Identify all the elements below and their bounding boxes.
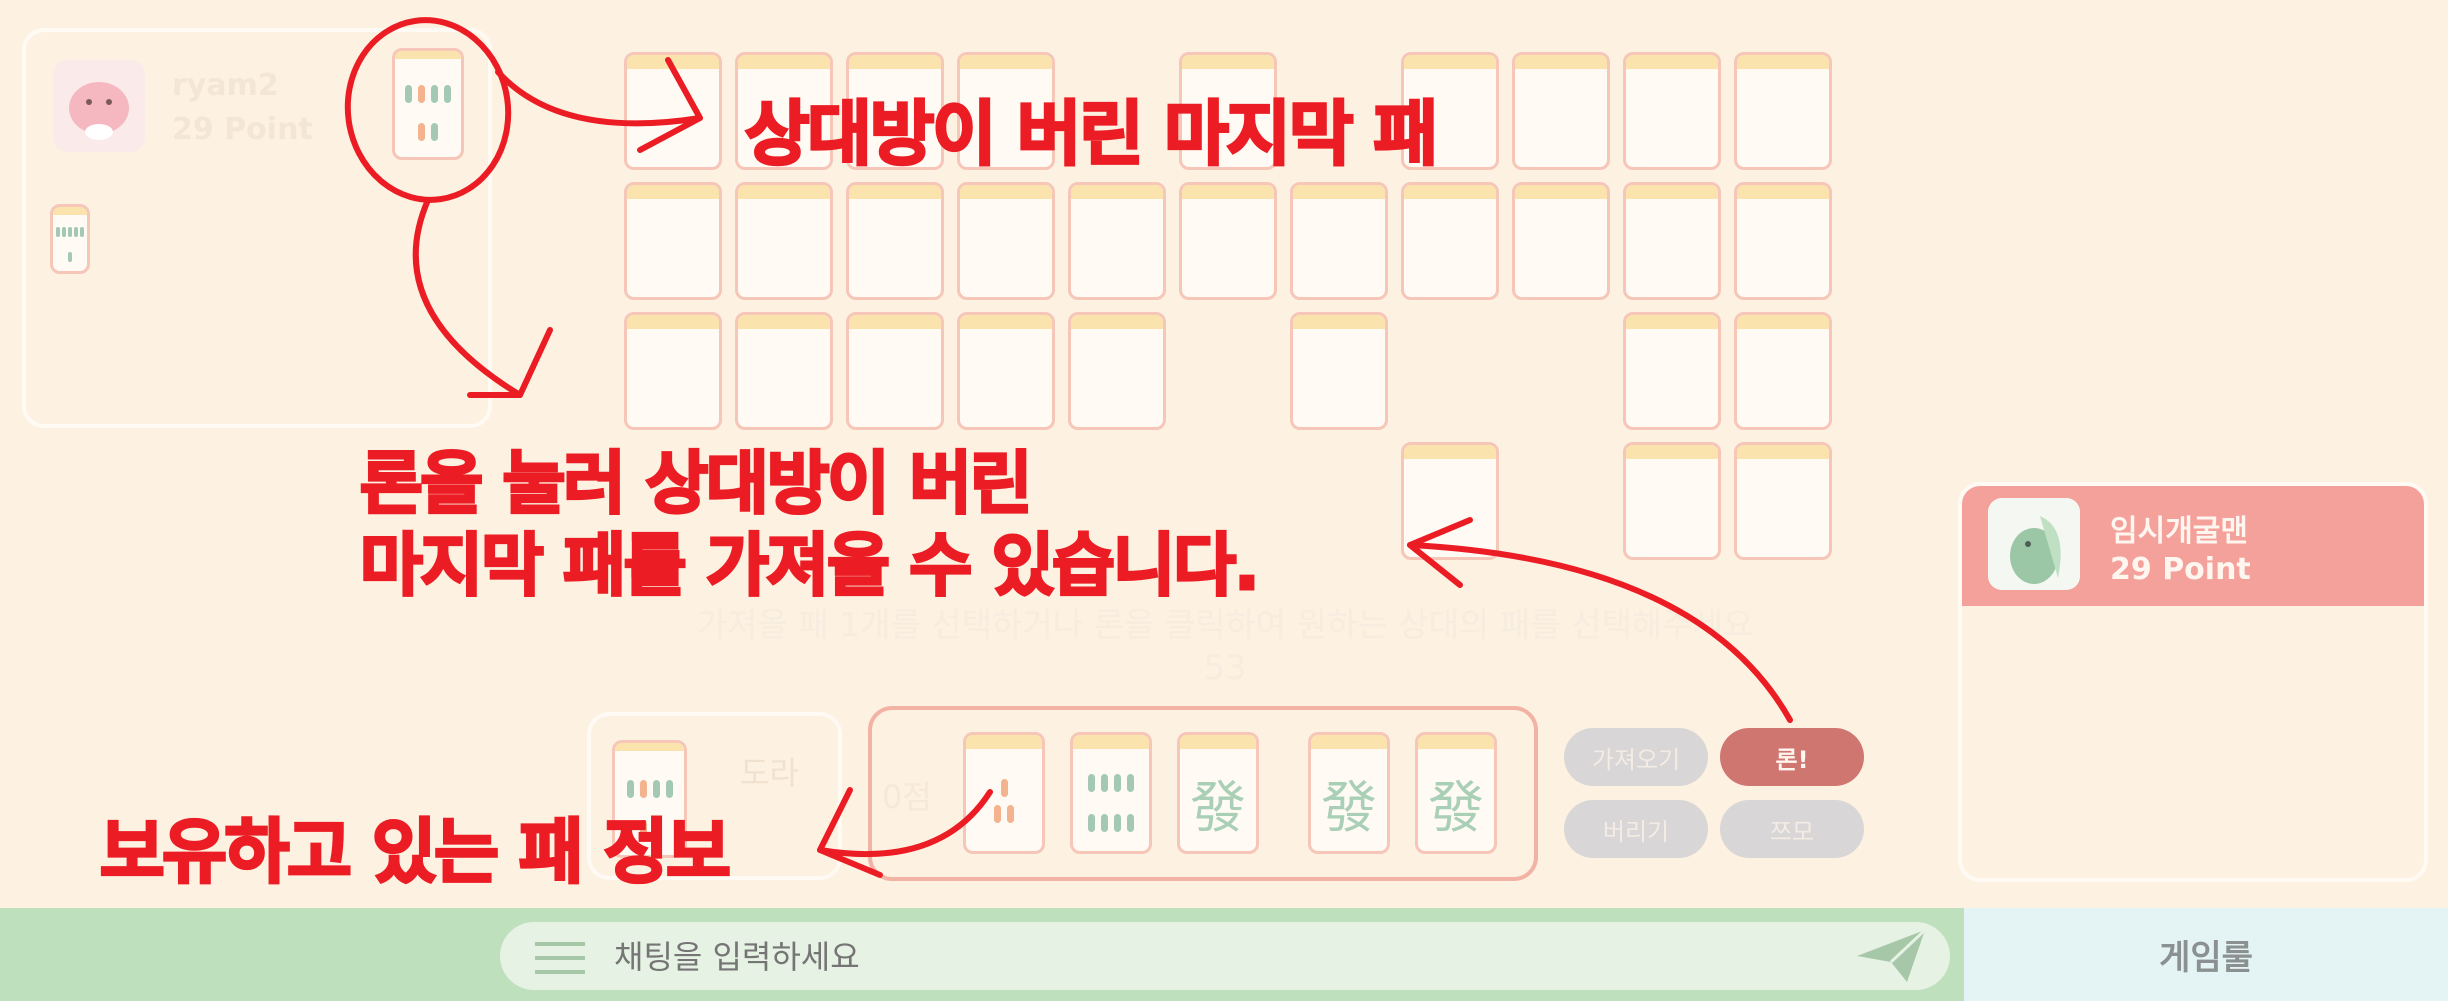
arrow-down-to-ron-text xyxy=(412,197,523,398)
arrow-to-discard-label xyxy=(495,69,703,127)
annotation-last-discard: 상대방이 버린 마지막 패 xyxy=(743,92,1439,177)
highlight-circle xyxy=(344,17,512,203)
annotation-ron-line2: 마지막 패를 가져올 수 있습니다. xyxy=(359,526,1262,608)
annotation-hand-info: 보유하고 있는 패 정보 xyxy=(99,810,733,895)
arrow-from-ron-button xyxy=(1407,542,1793,723)
